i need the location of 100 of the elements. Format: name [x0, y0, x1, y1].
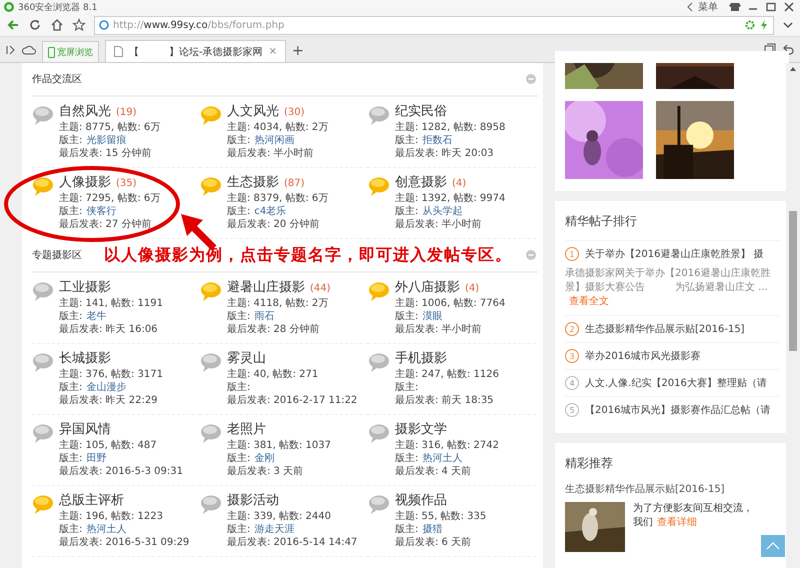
forum-stats: 主题: 8775, 帖数: 6万 — [59, 121, 160, 134]
post-link[interactable]: 关于举办【2016避暑山庄康乾胜景】 摄 — [585, 247, 764, 261]
close-icon[interactable] — [782, 2, 796, 12]
forum-stats: 主题: 1282, 帖数: 8958 — [395, 121, 506, 134]
post-link[interactable]: 【2016城市风光】摄影赛作品汇总帖（请 — [585, 403, 770, 417]
moderator-link[interactable]: 老牛 — [86, 310, 106, 323]
moderator-link[interactable]: 侠客行 — [86, 205, 116, 218]
moderator-link[interactable]: 田野 — [86, 452, 106, 465]
forum-stats: 主题: 376, 帖数: 3171 — [59, 368, 163, 381]
moderator-label: 版主: — [59, 134, 82, 147]
forum-stats: 主题: 316, 帖数: 2742 — [395, 439, 499, 452]
sidebar-toggle-icon[interactable] — [6, 45, 16, 55]
moderator-label: 版主: — [227, 310, 250, 323]
moderator-link[interactable]: 从头学起 — [422, 205, 462, 218]
address-field[interactable]: http://www.99sy.co/bbs/forum.php — [94, 16, 774, 34]
forum-link[interactable]: 生态摄影 — [227, 175, 279, 191]
forum-stats: 主题: 4118, 帖数: 2万 — [227, 297, 330, 310]
cloud-icon[interactable] — [22, 45, 36, 55]
moderator-link[interactable]: 光影留痕 — [86, 134, 126, 147]
forum-link[interactable]: 自然风光 — [59, 104, 111, 120]
forum-stats: 主题: 1006, 帖数: 7764 — [395, 297, 506, 310]
new-post-count: (30) — [284, 106, 305, 119]
post-link[interactable]: 生态摄影精华作品展示贴[2016-15] — [565, 482, 781, 496]
back-icon[interactable] — [6, 18, 20, 32]
post-link[interactable]: 举办2016城市风光摄影赛 — [585, 349, 700, 363]
forum-stats: 主题: 7295, 帖数: 6万 — [59, 192, 160, 205]
new-tab-button[interactable]: + — [292, 43, 304, 59]
post-link[interactable]: 生态摄影精华作品展示贴[2016-15] — [585, 322, 745, 336]
moderator-link[interactable]: 雨石 — [254, 310, 274, 323]
lightning-icon[interactable] — [759, 20, 769, 30]
rank-number: 2 — [565, 322, 579, 336]
gear-icon[interactable] — [745, 20, 755, 30]
refresh-icon[interactable] — [28, 18, 42, 32]
maximize-icon[interactable] — [764, 2, 778, 12]
new-post-count: (19) — [116, 106, 137, 119]
moderator-label: 版主: — [59, 381, 82, 394]
last-post: 最后发表: 28 分钟前 — [227, 323, 320, 336]
moderator-link[interactable]: 游走天涯 — [254, 523, 294, 536]
undo-icon[interactable] — [782, 43, 794, 55]
home-icon[interactable] — [50, 18, 64, 32]
forum-link[interactable]: 人文风光 — [227, 104, 279, 120]
forum-link[interactable]: 长城摄影 — [59, 351, 111, 367]
shirt-icon[interactable] — [728, 2, 742, 12]
section-title: 作品交流区 — [32, 72, 82, 86]
forum-link[interactable]: 避暑山庄摄影 — [227, 280, 305, 296]
star-icon[interactable] — [72, 18, 86, 32]
forum-stats: 主题: 4034, 帖数: 2万 — [227, 121, 328, 134]
forum-link[interactable]: 创意摄影 — [395, 175, 447, 191]
moderator-label: 版主: — [227, 523, 250, 536]
last-post: 最后发表: 半小时前 — [395, 218, 483, 231]
forum-link[interactable]: 工业摄影 — [59, 280, 111, 296]
annotation-text: 以人像摄影为例，点击专题名字，即可进入发帖专区。 — [104, 244, 512, 266]
last-post: 最后发表: 半小时前 — [395, 323, 483, 336]
forum-stats: 主题: 105, 帖数: 487 — [59, 439, 158, 452]
moderator-link[interactable]: 拒数石 — [422, 134, 452, 147]
card-title: 精华帖子排行 — [565, 213, 638, 230]
back-icon[interactable] — [686, 2, 694, 12]
forum-link[interactable]: 手机摄影 — [395, 351, 447, 367]
moderator-link[interactable]: 热河土人 — [422, 452, 462, 465]
forum-link[interactable]: 摄影活动 — [227, 493, 279, 509]
forum-link[interactable]: 摄影文学 — [395, 422, 447, 438]
moderator-label: 版主: — [59, 205, 82, 218]
new-post-count: (4) — [452, 177, 466, 190]
forum-link[interactable]: 雾灵山 — [227, 351, 266, 367]
card-title: 精彩推荐 — [565, 455, 614, 472]
scrollbar[interactable] — [786, 63, 800, 568]
rank-number: 1 — [565, 247, 579, 261]
moderator-label: 版主: — [59, 452, 82, 465]
moderator-link[interactable]: 金刚 — [254, 452, 274, 465]
moderator-link[interactable]: 金山漫步 — [86, 381, 126, 394]
rank-number: 4 — [565, 376, 579, 390]
last-post: 最后发表: 20 分钟前 — [227, 218, 320, 231]
forum-stats: 主题: 55, 帖数: 335 — [395, 510, 486, 523]
last-post: 最后发表: 15 分钟前 — [59, 147, 152, 160]
moderator-link[interactable]: 热河闲画 — [254, 134, 294, 147]
moderator-link[interactable]: 热河土人 — [86, 523, 126, 536]
moderator-link[interactable]: c4老乐 — [254, 205, 286, 218]
last-post: 最后发表: 半小时前 — [227, 147, 315, 160]
tab-close-button[interactable]: × — [268, 46, 277, 57]
forum-link[interactable]: 异国风情 — [59, 422, 111, 438]
forum-link[interactable]: 纪实民俗 — [395, 104, 447, 120]
moderator-link[interactable]: 摄猎 — [422, 523, 442, 536]
menu-button[interactable]: 菜单 — [698, 0, 718, 14]
post-link[interactable]: 人文.人像.纪实【2016大赛】整理贴（请 — [585, 376, 767, 390]
moderator-label: 版主: — [395, 310, 418, 323]
moderator-label: 版主: — [395, 134, 418, 147]
forum-link[interactable]: 总版主评析 — [59, 493, 124, 509]
last-post: 最后发表: 昨天 22:29 — [59, 394, 159, 407]
forum-link[interactable]: 视频作品 — [395, 493, 447, 509]
phone-icon — [48, 46, 55, 58]
moderator-link[interactable]: 漠眼 — [422, 310, 442, 323]
forum-link[interactable]: 人像摄影 — [59, 175, 111, 191]
forum-link[interactable]: 外八庙摄影 — [395, 280, 460, 296]
forum-stats: 主题: 40, 帖数: 271 — [227, 368, 320, 381]
new-post-count: (35) — [116, 177, 137, 190]
last-post: 最后发表: 2016-2-17 11:22 — [227, 394, 358, 407]
browser-tab[interactable]: 【 】论坛-承德摄影家网 × — [105, 40, 286, 62]
forum-link[interactable]: 老照片 — [227, 422, 266, 438]
last-post: 最后发表: 2016-5-3 09:31 — [59, 465, 183, 478]
forum-stats: 主题: 141, 帖数: 1191 — [59, 297, 163, 310]
